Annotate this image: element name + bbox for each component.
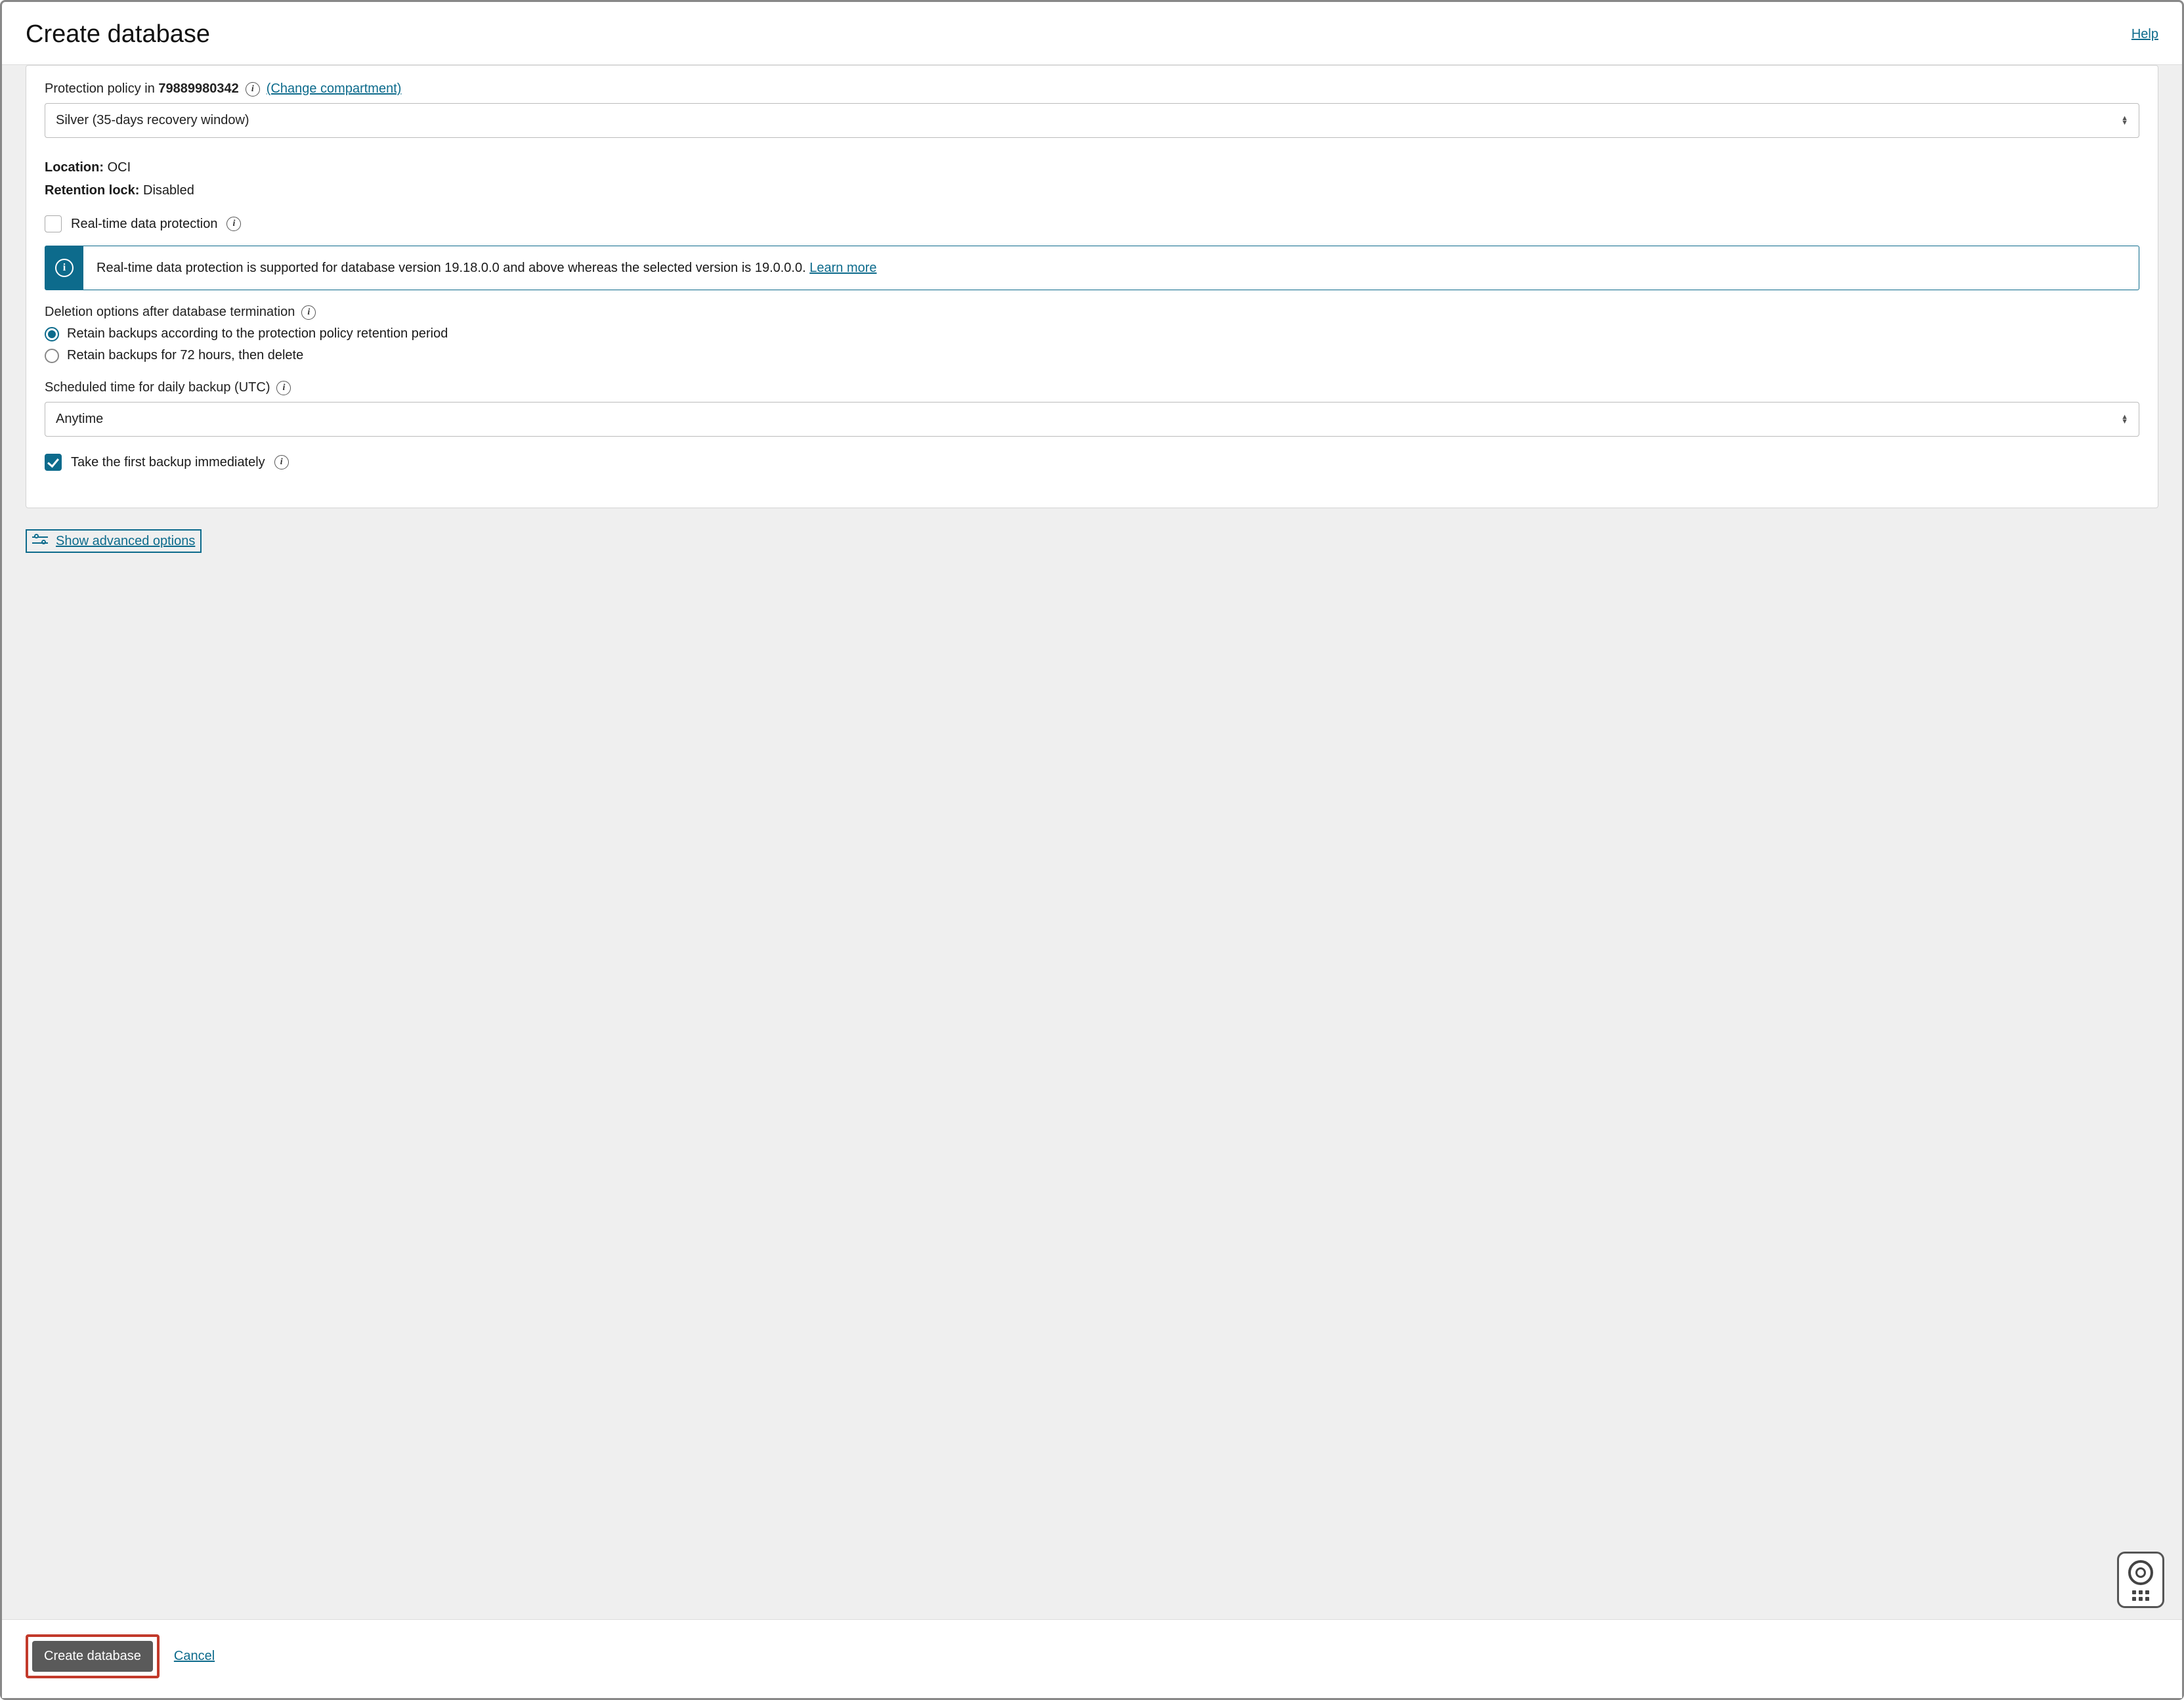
change-compartment-link[interactable]: (Change compartment)	[267, 81, 402, 97]
info-banner-icon: i	[55, 259, 74, 277]
deletion-option-retain-policy-radio[interactable]	[45, 327, 59, 341]
retention-lock-row: Retention lock: Disabled	[45, 183, 2139, 198]
scheduled-time-select[interactable]: Anytime ▲▼	[45, 402, 2139, 437]
floating-help-widget[interactable]	[2117, 1552, 2164, 1608]
info-icon[interactable]: i	[226, 217, 241, 231]
retention-lock-value: Disabled	[143, 183, 194, 198]
cancel-link[interactable]: Cancel	[174, 1649, 215, 1664]
realtime-protection-label: Real-time data protection	[71, 217, 217, 232]
help-link[interactable]: Help	[2131, 27, 2158, 42]
banner-icon-col: i	[45, 246, 83, 290]
lifebuoy-icon	[2128, 1560, 2153, 1585]
protection-policy-label: Protection policy in 79889980342 i (Chan…	[45, 81, 2139, 97]
first-backup-label: Take the first backup immediately	[71, 455, 265, 470]
realtime-protection-checkbox[interactable]	[45, 215, 62, 232]
create-database-button[interactable]: Create database	[32, 1641, 153, 1672]
location-value: OCI	[108, 160, 131, 175]
select-arrows-icon: ▲▼	[2121, 415, 2128, 424]
retention-lock-label: Retention lock:	[45, 183, 139, 198]
deletion-options-heading: Deletion options after database terminat…	[45, 305, 2139, 320]
page-title: Create database	[26, 20, 210, 49]
create-button-highlight: Create database	[26, 1634, 160, 1678]
location-label: Location:	[45, 160, 104, 175]
first-backup-checkbox[interactable]	[45, 454, 62, 471]
deletion-option-72h-radio[interactable]	[45, 349, 59, 363]
select-arrows-icon: ▲▼	[2121, 116, 2128, 125]
info-icon[interactable]: i	[301, 305, 316, 320]
backup-settings-card: Protection policy in 79889980342 i (Chan…	[26, 65, 2158, 508]
sliders-icon	[32, 533, 48, 549]
schedule-label-text: Scheduled time for daily backup (UTC)	[45, 380, 270, 395]
info-icon[interactable]: i	[274, 455, 289, 469]
protection-policy-value: Silver (35-days recovery window)	[56, 113, 249, 128]
deletion-option-2-label: Retain backups for 72 hours, then delete	[67, 348, 303, 363]
realtime-info-banner: i Real-time data protection is supported…	[45, 246, 2139, 290]
scheduled-time-value: Anytime	[56, 412, 103, 427]
banner-text: Real-time data protection is supported f…	[96, 261, 809, 275]
footer-bar: Create database Cancel	[2, 1619, 2182, 1698]
info-icon[interactable]: i	[246, 82, 260, 97]
advanced-options-link[interactable]: Show advanced options	[56, 534, 195, 549]
scheduled-time-label: Scheduled time for daily backup (UTC) i	[45, 380, 2139, 395]
show-advanced-options[interactable]: Show advanced options	[26, 529, 202, 553]
learn-more-link[interactable]: Learn more	[809, 261, 876, 275]
deletion-heading-text: Deletion options after database terminat…	[45, 305, 295, 320]
location-row: Location: OCI	[45, 160, 2139, 175]
protection-label-prefix: Protection policy in	[45, 81, 158, 96]
compartment-id: 79889980342	[158, 81, 238, 96]
protection-policy-select[interactable]: Silver (35-days recovery window) ▲▼	[45, 103, 2139, 138]
deletion-option-1-label: Retain backups according to the protecti…	[67, 326, 448, 341]
info-icon[interactable]: i	[276, 381, 291, 395]
grid-icon	[2132, 1590, 2149, 1601]
